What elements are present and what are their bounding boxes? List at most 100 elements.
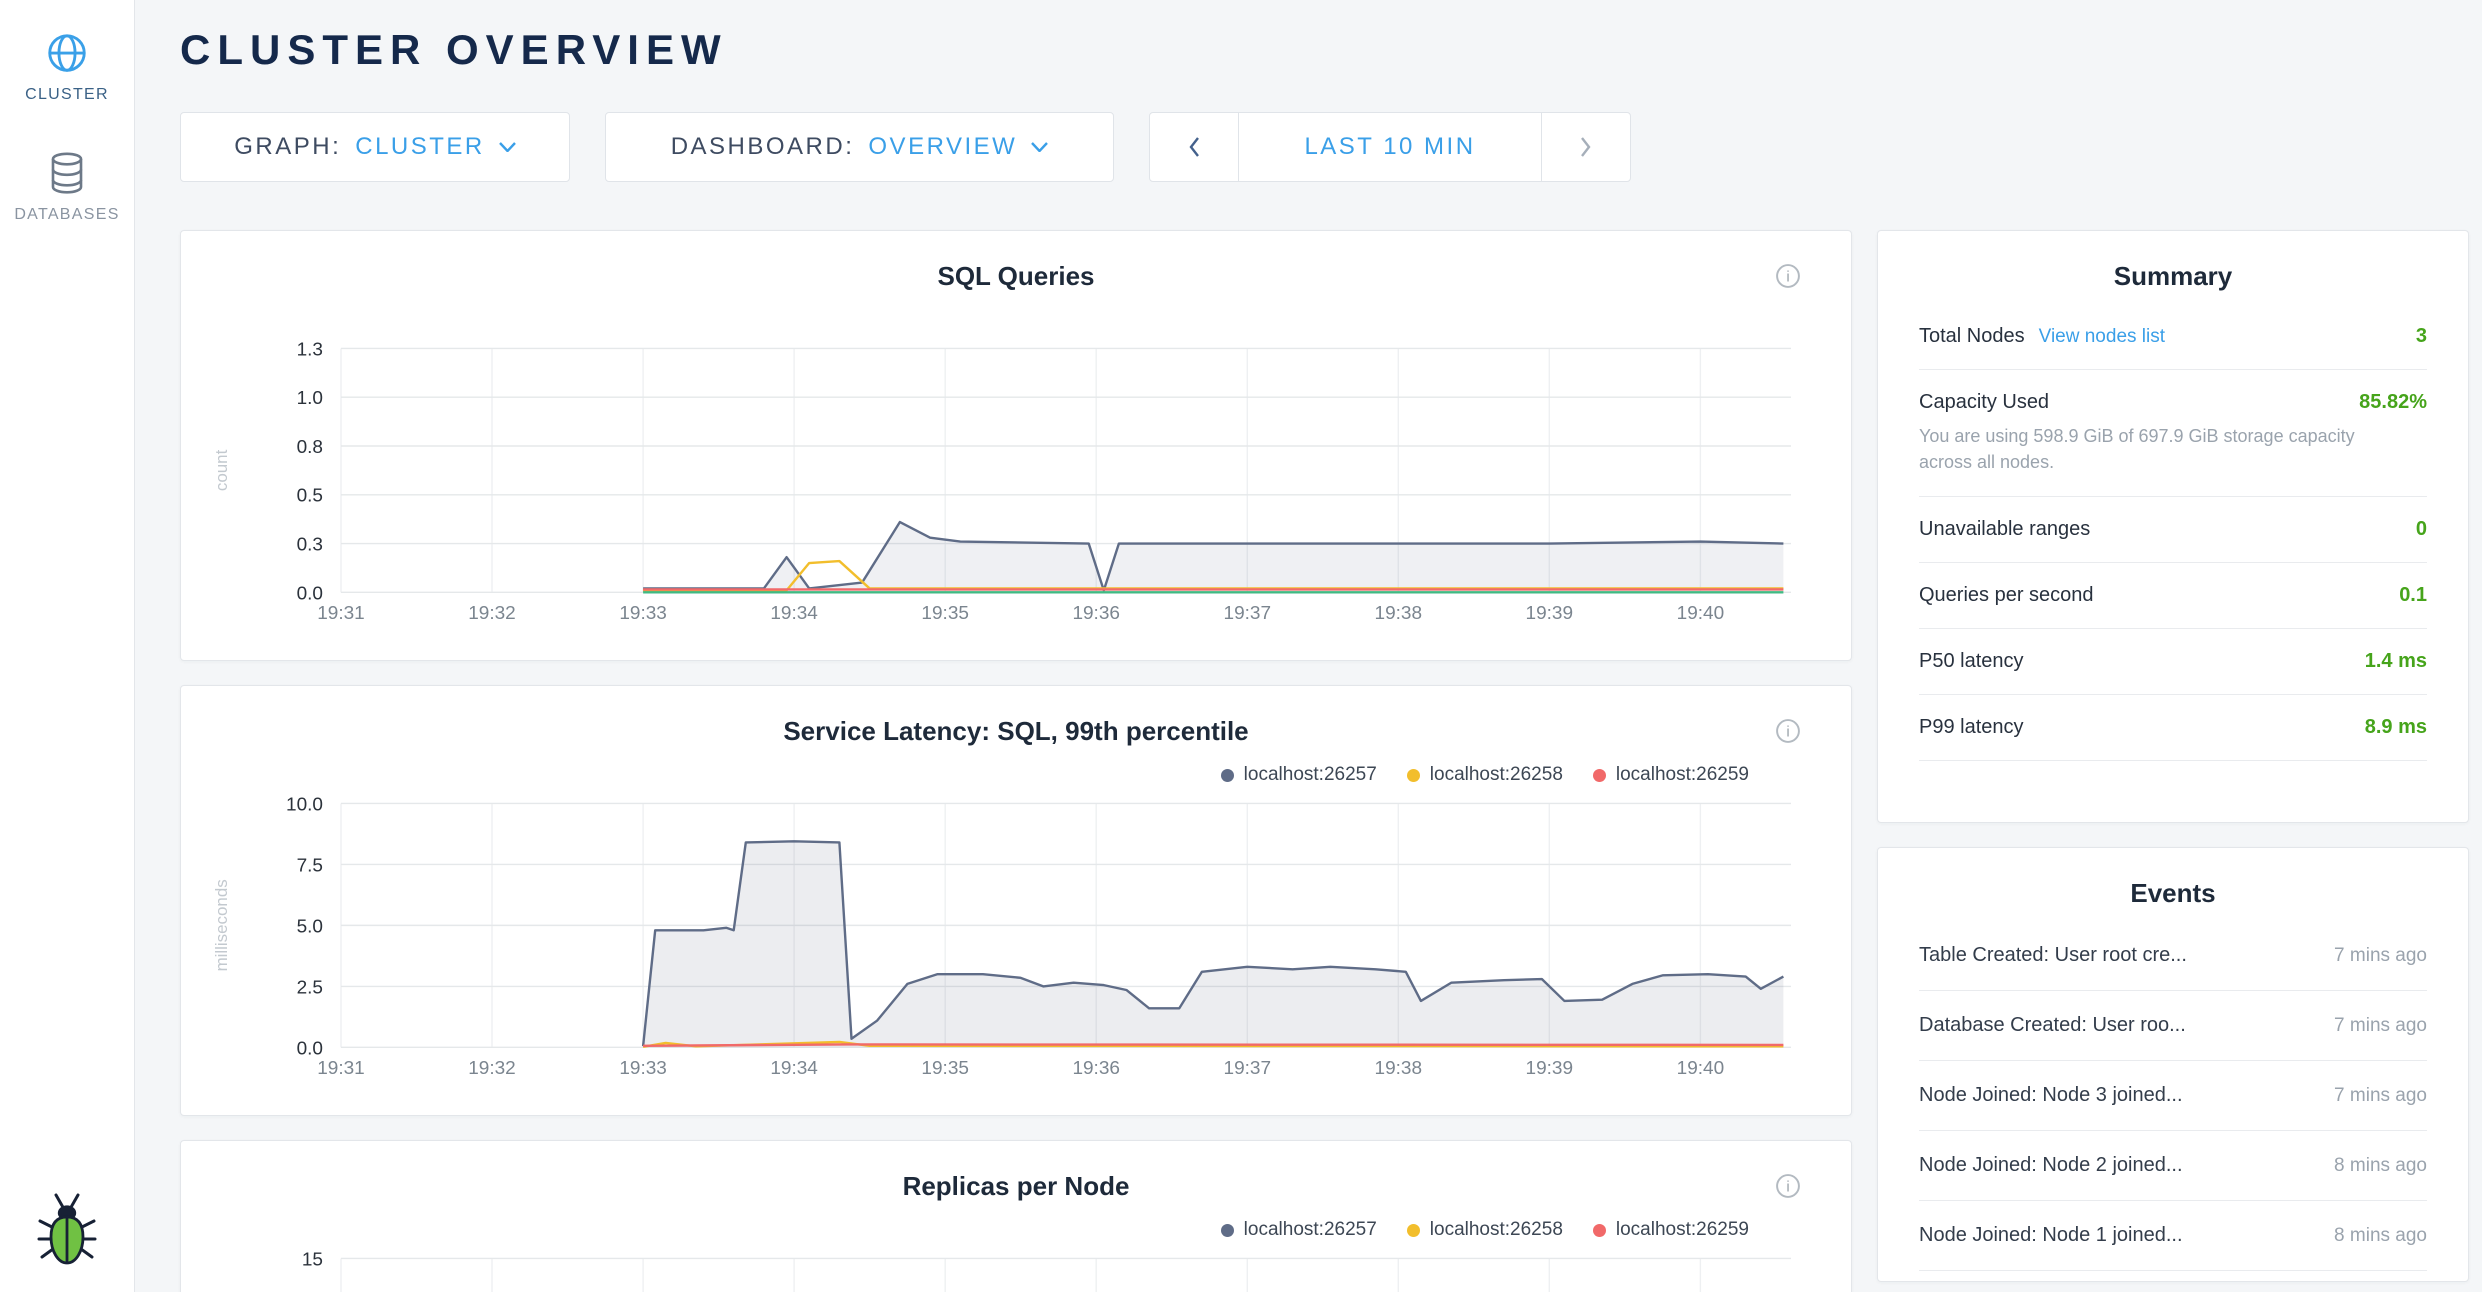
x-tick-label: 19:35 [921,1058,969,1079]
replicas-per-node-plot: 19:3119:3219:3319:3419:3519:3619:3719:38… [181,1141,1851,1292]
chart-card-replicas-per-node: Replicas per Node i localhost:26257 [180,1140,1852,1292]
legend-dot [1407,1224,1420,1237]
x-tick-label: 19:37 [1224,1058,1272,1079]
x-tick-label: 19:33 [619,1058,667,1079]
summary-row-p99-latency: P99 latency 8.9 ms [1919,695,2427,761]
chevron-left-icon [1187,135,1201,159]
cockroach-bug-icon [36,1191,98,1267]
app-root: CLUSTER DATABASES [0,0,2482,1292]
time-window-selector: LAST 10 MIN [1149,112,1631,182]
chart-legend: localhost:26257 localhost:26258 localhos… [1221,1219,1749,1241]
event-time: 8 mins ago [2334,1155,2427,1177]
y-tick-label: 5.0 [297,916,323,937]
total-nodes-value: 3 [2416,325,2427,348]
legend-item[interactable]: localhost:26258 [1407,764,1563,786]
service-latency-plot: 19:3119:3219:3319:3419:3519:3619:3719:38… [181,686,1851,1115]
x-tick-label: 19:33 [619,603,667,624]
y-axis-label: milliseconds [212,879,231,971]
svg-text:i: i [1786,1178,1789,1195]
event-time: 7 mins ago [2334,1015,2427,1037]
y-tick-label: 1.3 [297,339,323,360]
y-tick-label: 1.0 [297,388,323,409]
legend-dot [1221,769,1234,782]
total-nodes-label: Total Nodes [1919,325,2025,347]
summary-row-unavailable-ranges: Unavailable ranges 0 [1919,497,2427,563]
x-tick-label: 19:36 [1072,603,1120,624]
event-row: Database Created: User roo... 7 mins ago [1919,991,2427,1061]
summary-title: Summary [1919,231,2427,304]
legend-item[interactable]: localhost:26258 [1407,1219,1563,1241]
capacity-description: You are using 598.9 GiB of 697.9 GiB sto… [1919,423,2355,475]
y-tick-label: 0.5 [297,486,323,507]
info-circle-icon: i [1775,1173,1801,1199]
x-tick-label: 19:31 [317,1058,365,1079]
legend-item[interactable]: localhost:26257 [1221,1219,1377,1241]
main-content: CLUSTER OVERVIEW GRAPH: CLUSTER DASHBOAR… [135,0,2482,1292]
info-icon[interactable]: i [1775,718,1801,744]
legend-label: localhost:26259 [1616,764,1749,786]
info-circle-icon: i [1775,263,1801,289]
legend-dot [1593,1224,1606,1237]
dashboard-dropdown[interactable]: DASHBOARD: OVERVIEW [605,112,1114,182]
summary-row-value: 8.9 ms [2365,716,2427,739]
y-tick-label: 15 [302,1249,323,1270]
summary-card: Summary Total Nodes View nodes list 3 Cap… [1877,230,2469,823]
y-tick-label: 0.0 [297,1038,323,1059]
legend-label: localhost:26258 [1430,1219,1563,1241]
event-text: Node Joined: Node 2 joined... [1919,1154,2183,1177]
x-tick-label: 19:39 [1526,1058,1574,1079]
y-tick-label: 0.8 [297,437,323,458]
summary-row-label: Unavailable ranges [1919,518,2090,541]
sidebar-item-cluster[interactable]: CLUSTER [25,30,109,104]
x-tick-label: 19:36 [1072,1058,1120,1079]
info-icon[interactable]: i [1775,263,1801,289]
chart-card-sql-queries: SQL Queries i 19:3119:3219:3319:3419:351… [180,230,1852,661]
view-nodes-link[interactable]: View nodes list [2039,326,2165,347]
time-range-button[interactable]: LAST 10 MIN [1239,113,1541,181]
event-row: Table Created: User root cre... 7 mins a… [1919,921,2427,991]
summary-row-queries-per-second: Queries per second 0.1 [1919,563,2427,629]
legend-item[interactable]: localhost:26259 [1593,764,1749,786]
x-tick-label: 19:38 [1375,1058,1423,1079]
info-icon[interactable]: i [1775,1173,1801,1199]
x-tick-label: 19:40 [1677,603,1725,624]
summary-row-value: 1.4 ms [2365,650,2427,673]
dashboard-columns: SQL Queries i 19:3119:3219:3319:3419:351… [180,230,2482,1292]
series-area [643,522,1783,592]
time-prev-button[interactable] [1150,113,1239,181]
series-line [643,1044,1783,1045]
legend-label: localhost:26258 [1430,764,1563,786]
charts-column: SQL Queries i 19:3119:3219:3319:3419:351… [180,230,1852,1292]
summary-row-capacity: Capacity Used 85.82% You are using 598.9… [1919,370,2427,497]
sql-queries-plot: 19:3119:3219:3319:3419:3519:3619:3719:38… [181,231,1851,660]
y-tick-label: 0.3 [297,535,323,556]
event-time: 7 mins ago [2334,945,2427,967]
summary-row-value: 0.1 [2399,584,2427,607]
cockroachdb-logo[interactable] [36,1191,98,1272]
database-icon [46,150,88,196]
y-tick-label: 0.0 [297,583,323,604]
chevron-down-icon [499,142,516,152]
chart-title: Replicas per Node [181,1171,1851,1202]
chart-legend: localhost:26257 localhost:26258 localhos… [1221,764,1749,786]
info-circle-icon: i [1775,718,1801,744]
summary-row-label: P99 latency [1919,716,2024,739]
dashboard-dropdown-value: OVERVIEW [868,133,1017,161]
summary-row-p50-latency: P50 latency 1.4 ms [1919,629,2427,695]
graph-dropdown[interactable]: GRAPH: CLUSTER [180,112,570,182]
y-tick-label: 2.5 [297,977,323,998]
page-title: CLUSTER OVERVIEW [180,26,2482,74]
sidebar-item-databases[interactable]: DATABASES [14,150,119,224]
legend-item[interactable]: localhost:26257 [1221,764,1377,786]
x-tick-label: 19:32 [468,603,516,624]
series-area [643,841,1783,1047]
svg-text:i: i [1786,723,1789,740]
event-text: Node Joined: Node 3 joined... [1919,1084,2183,1107]
x-tick-label: 19:37 [1224,603,1272,624]
summary-row-label: Queries per second [1919,584,2094,607]
capacity-value: 85.82% [2359,391,2427,414]
legend-dot [1221,1224,1234,1237]
legend-dot [1593,769,1606,782]
time-next-button[interactable] [1541,113,1630,181]
legend-item[interactable]: localhost:26259 [1593,1219,1749,1241]
